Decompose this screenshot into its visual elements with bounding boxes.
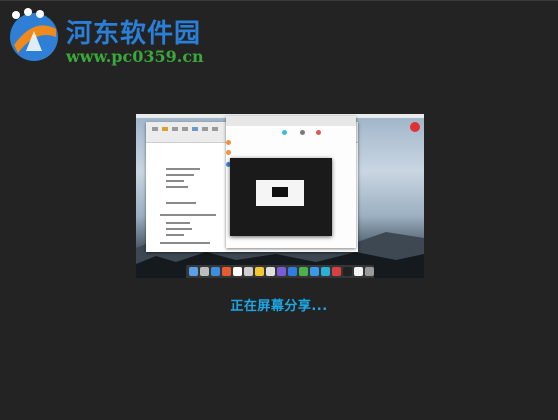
- preview-dock-app-icon: [288, 267, 297, 276]
- preview-dock-app-icon: [321, 267, 330, 276]
- screen-share-window: 河东软件园 www.pc0359.cn 正在屏幕分享...: [0, 0, 558, 420]
- preview-dock-app-icon: [189, 267, 198, 276]
- preview-dock-app-icon: [255, 267, 264, 276]
- preview-dock-app-icon: [354, 267, 363, 276]
- preview-dock-app-icon: [211, 267, 220, 276]
- preview-dock: [186, 265, 374, 278]
- preview-dock-app-icon: [365, 267, 374, 276]
- preview-dock-app-icon: [233, 267, 242, 276]
- preview-notification-icon: [410, 122, 420, 132]
- sharing-status-text: 正在屏幕分享...: [230, 299, 328, 314]
- watermark-title: 河东软件园: [66, 19, 202, 49]
- preview-dock-app-icon: [244, 267, 253, 276]
- preview-dock-app-icon: [310, 267, 319, 276]
- preview-dock-app-icon: [222, 267, 231, 276]
- preview-dock-app-icon: [277, 267, 286, 276]
- preview-dock-app-icon: [343, 267, 352, 276]
- watermark-url: www.pc0359.cn: [66, 47, 204, 66]
- preview-dock-app-icon: [299, 267, 308, 276]
- preview-dock-app-icon: [332, 267, 341, 276]
- preview-dock-app-icon: [266, 267, 275, 276]
- site-logo-icon: [10, 8, 58, 61]
- shared-screen-preview: [136, 114, 424, 278]
- preview-meeting-window: [230, 158, 332, 236]
- preview-dock-app-icon: [200, 267, 209, 276]
